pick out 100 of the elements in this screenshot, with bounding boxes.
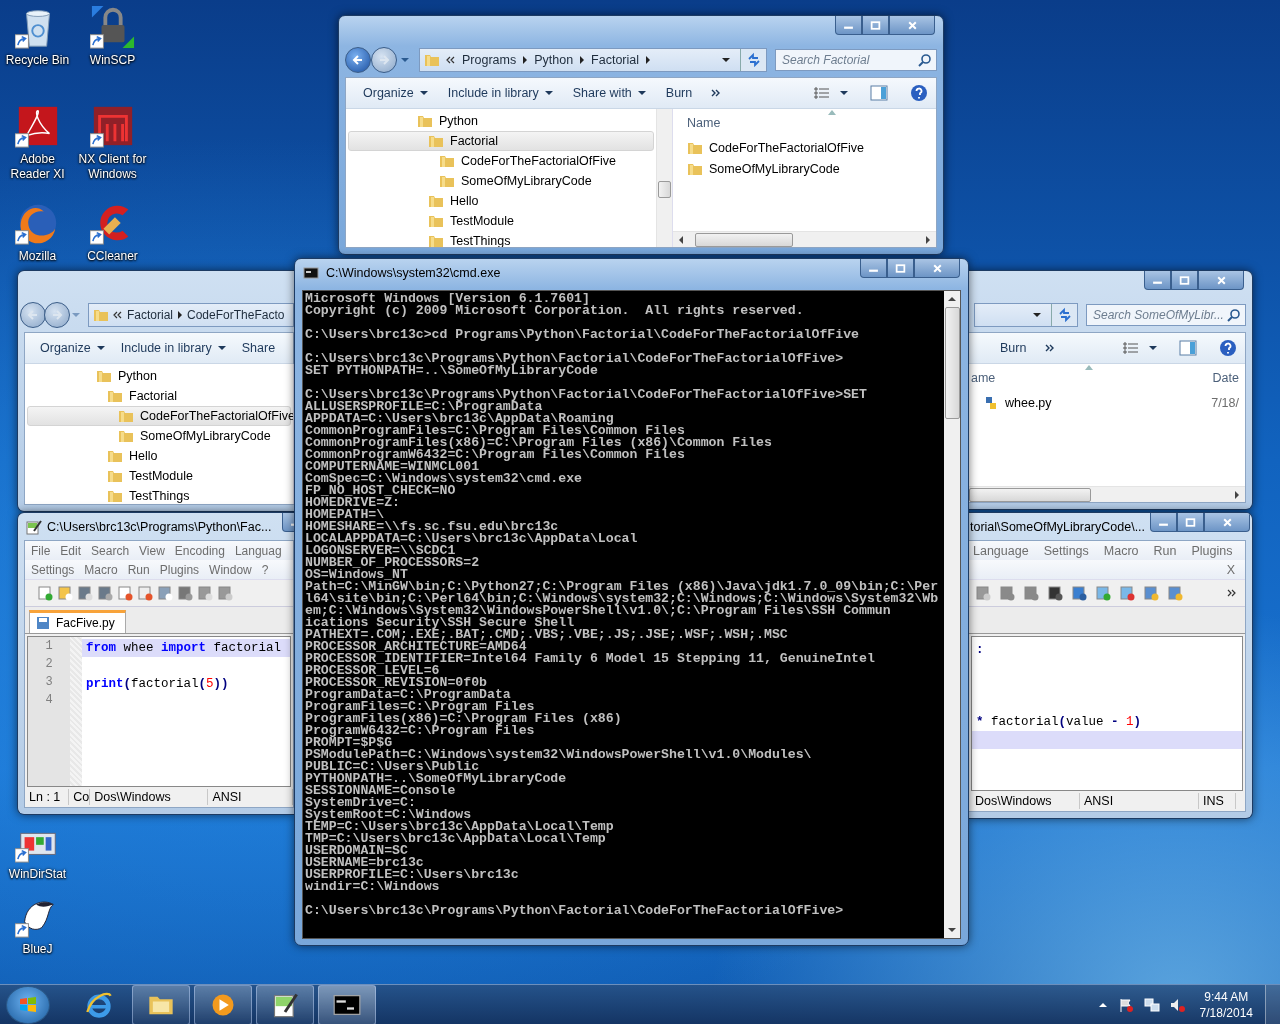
menu-item[interactable]: File bbox=[31, 544, 51, 558]
menu-item[interactable]: Plugins bbox=[1191, 544, 1233, 558]
tree-item[interactable]: TestModule bbox=[348, 211, 654, 231]
zoom-out-icon[interactable] bbox=[1119, 585, 1135, 601]
menu-item[interactable]: Run bbox=[1153, 544, 1177, 558]
tree-item[interactable]: Hello bbox=[27, 446, 291, 466]
minimize-button[interactable] bbox=[860, 259, 887, 278]
taskbar-button[interactable] bbox=[132, 985, 190, 1024]
toolbar-button[interactable]: Organize bbox=[33, 337, 112, 359]
maximize-button[interactable] bbox=[887, 259, 914, 278]
speaker-muted-icon[interactable] bbox=[1169, 997, 1186, 1013]
breadcrumb-item[interactable]: Factorial bbox=[591, 53, 640, 67]
address-bar[interactable]: Programs Python Factorial bbox=[419, 48, 767, 72]
menu-item[interactable]: Settings bbox=[31, 563, 75, 577]
menu-item[interactable]: View bbox=[139, 544, 165, 558]
scrollbar[interactable] bbox=[656, 109, 672, 247]
menu-item[interactable]: Language bbox=[973, 544, 1029, 558]
double-chevron-icon[interactable] bbox=[711, 89, 722, 97]
toolbar-button[interactable]: Share with bbox=[563, 82, 655, 104]
tree-item[interactable]: Python bbox=[27, 366, 291, 386]
preview-pane-icon[interactable] bbox=[1179, 340, 1197, 356]
menu-item[interactable]: Encoding bbox=[174, 544, 225, 558]
menu-item[interactable]: Plugins bbox=[159, 563, 200, 577]
caret-down-icon[interactable] bbox=[1149, 345, 1157, 351]
menu-item[interactable]: Run bbox=[127, 563, 150, 577]
toolbar-button[interactable]: Share bbox=[234, 337, 283, 359]
toolbar-button[interactable]: Burn bbox=[991, 337, 1036, 359]
preview-pane-icon[interactable] bbox=[870, 85, 888, 101]
new-file-icon[interactable] bbox=[37, 585, 53, 601]
toolbar-button[interactable]: Burn bbox=[656, 82, 702, 104]
menu-item[interactable]: Macro bbox=[1103, 544, 1139, 558]
caret-right-icon[interactable] bbox=[579, 56, 586, 64]
caret-down-icon[interactable] bbox=[840, 90, 848, 96]
tree-item[interactable]: TestThings bbox=[27, 486, 291, 504]
paste-icon[interactable] bbox=[975, 585, 991, 601]
scrollbar-thumb[interactable] bbox=[695, 232, 793, 247]
save-all-icon[interactable] bbox=[97, 585, 113, 601]
double-chevron-icon[interactable] bbox=[1045, 344, 1056, 352]
forward-button[interactable] bbox=[371, 47, 397, 73]
caret-right-icon[interactable] bbox=[522, 56, 529, 64]
menu-item[interactable]: Macro bbox=[84, 563, 118, 577]
scrollbar[interactable] bbox=[673, 231, 936, 247]
maximize-button[interactable] bbox=[862, 16, 889, 35]
taskbar-button[interactable] bbox=[194, 985, 252, 1024]
undo-icon[interactable] bbox=[999, 585, 1015, 601]
back-button[interactable] bbox=[345, 47, 371, 73]
replace-icon[interactable] bbox=[1071, 585, 1087, 601]
column-header[interactable]: Name bbox=[687, 109, 721, 130]
chevron-up-icon[interactable] bbox=[1097, 1001, 1108, 1009]
folder-entry[interactable]: SomeOfMyLibraryCode bbox=[687, 158, 936, 179]
flag-icon[interactable] bbox=[1117, 997, 1134, 1013]
tree-item[interactable]: TestModule bbox=[27, 466, 291, 486]
show-desktop-button[interactable] bbox=[1265, 985, 1280, 1024]
copy-icon[interactable] bbox=[197, 585, 213, 601]
double-chevron-icon[interactable] bbox=[1227, 589, 1237, 597]
help-icon[interactable] bbox=[910, 84, 928, 102]
breadcrumb-item[interactable]: Programs bbox=[462, 53, 517, 67]
toolbar-button[interactable]: Include in library bbox=[438, 82, 562, 104]
caret-right-icon[interactable] bbox=[645, 56, 652, 64]
view-list-icon[interactable] bbox=[814, 87, 830, 99]
tree-item[interactable]: Factorial bbox=[27, 386, 291, 406]
scrollbar-thumb[interactable] bbox=[658, 181, 671, 198]
dropdown-arrow-icon[interactable] bbox=[722, 57, 730, 63]
tree-item[interactable]: CodeForTheFactorialOfFive bbox=[348, 151, 654, 171]
menu-item[interactable]: Languag bbox=[234, 544, 282, 558]
folder-entry[interactable]: CodeForTheFactorialOfFive bbox=[687, 137, 936, 158]
print-icon[interactable] bbox=[157, 585, 173, 601]
file-tab[interactable]: FacFive.py bbox=[29, 610, 126, 633]
search-field[interactable]: Search Factorial bbox=[775, 49, 937, 71]
close-all-icon[interactable] bbox=[137, 585, 153, 601]
tree-item[interactable]: Python bbox=[348, 111, 654, 131]
close-file-icon[interactable] bbox=[117, 585, 133, 601]
network-icon[interactable] bbox=[1143, 997, 1160, 1013]
padlock-icon[interactable] bbox=[89, 4, 136, 50]
menu-item[interactable]: Settings bbox=[1043, 544, 1089, 558]
zoom-in-icon[interactable] bbox=[1095, 585, 1111, 601]
close-button[interactable] bbox=[889, 16, 935, 35]
menu-item[interactable]: ? bbox=[261, 563, 269, 577]
scrollbar-thumb[interactable] bbox=[969, 487, 1091, 502]
tree-item[interactable]: TestThings bbox=[348, 231, 654, 247]
taskbar-button[interactable] bbox=[256, 985, 314, 1024]
view-list-icon[interactable] bbox=[1123, 342, 1139, 354]
sync-horizontal-icon[interactable] bbox=[1167, 585, 1183, 601]
save-icon[interactable] bbox=[77, 585, 93, 601]
tree-item[interactable]: SomeOfMyLibraryCode bbox=[27, 426, 291, 446]
close-document-button[interactable]: X bbox=[1226, 563, 1235, 577]
tree-item[interactable]: Factorial bbox=[348, 131, 654, 151]
redo-icon[interactable] bbox=[1023, 585, 1039, 601]
menu-item[interactable]: Search bbox=[91, 544, 130, 558]
scrollbar[interactable] bbox=[944, 291, 960, 938]
sync-vertical-icon[interactable] bbox=[1143, 585, 1159, 601]
scrollbar-thumb[interactable] bbox=[944, 307, 960, 419]
tree-item[interactable]: Hello bbox=[348, 191, 654, 211]
menu-item[interactable]: Window bbox=[209, 563, 252, 577]
refresh-button[interactable] bbox=[740, 49, 766, 71]
tree-item[interactable]: SomeOfMyLibraryCode bbox=[348, 171, 654, 191]
menu-item[interactable]: Edit bbox=[60, 544, 82, 558]
cut-icon[interactable] bbox=[177, 585, 193, 601]
start-button[interactable] bbox=[6, 986, 50, 1024]
close-button[interactable] bbox=[914, 259, 960, 278]
